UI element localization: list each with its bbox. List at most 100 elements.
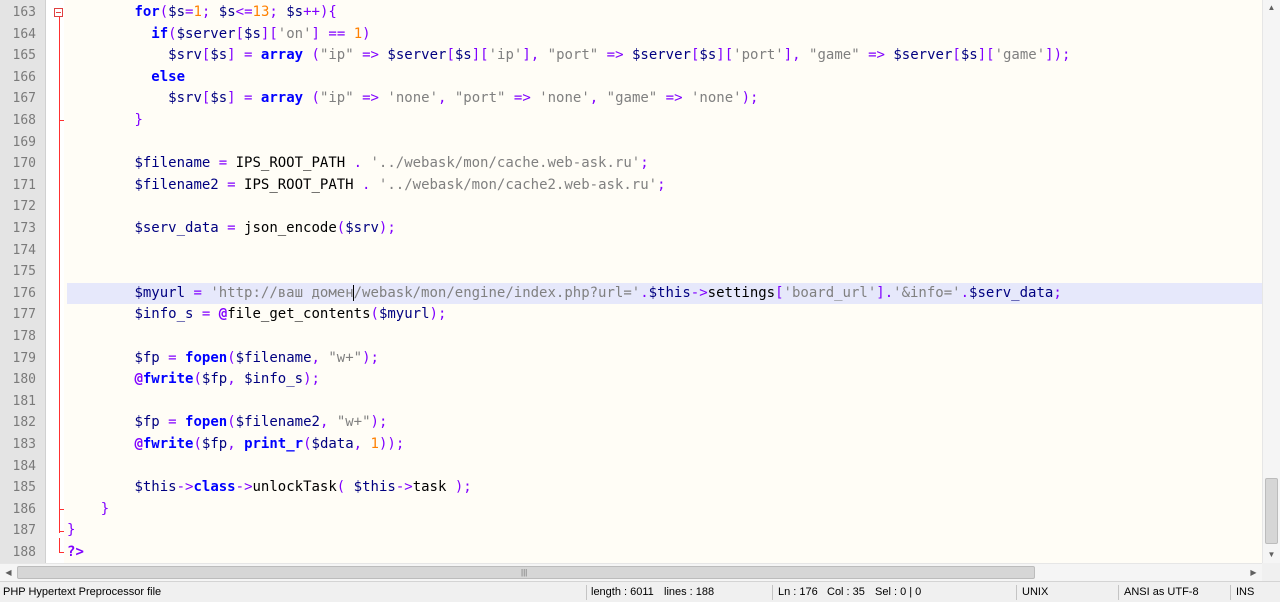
status-encoding[interactable]: ANSI as UTF-8 <box>1124 582 1199 602</box>
line-number: 168 <box>12 113 36 128</box>
status-lines: lines : 188 <box>664 586 715 598</box>
code-line[interactable]: 176 $myurl = 'http://ваш домен/webask/mo… <box>0 282 1262 305</box>
code-text[interactable]: } <box>67 520 1262 542</box>
code-line[interactable]: 177 $info_s = @file_get_contents($myurl)… <box>0 304 1262 326</box>
code-text[interactable]: } <box>67 110 1262 132</box>
code-text[interactable]: @fwrite($fp, $info_s); <box>67 369 1262 391</box>
code-line[interactable]: 181 <box>0 391 1262 413</box>
line-number: 163 <box>12 5 36 20</box>
code-editor[interactable]: 163 for($s=1; $s<=13; $s++){164 if($serv… <box>0 0 1280 563</box>
status-column: Col : 35 <box>827 586 865 598</box>
code-line[interactable]: 185 $this->class->unlockTask( $this->tas… <box>0 477 1262 499</box>
code-text[interactable]: $srv[$s] = array ("ip" => $server[$s]['i… <box>67 45 1262 67</box>
code-text[interactable] <box>67 456 1262 478</box>
code-text[interactable] <box>67 132 1262 154</box>
line-number: 173 <box>12 221 36 236</box>
code-text[interactable]: $fp = fopen($filename2, "w+"); <box>67 412 1262 434</box>
code-text[interactable]: $myurl = 'http://ваш домен/webask/mon/en… <box>67 282 1262 305</box>
code-line[interactable]: 171 $filename2 = IPS_ROOT_PATH . '../web… <box>0 175 1262 197</box>
vertical-scroll-thumb[interactable] <box>1265 478 1278 544</box>
line-number: 181 <box>12 393 36 409</box>
code-line[interactable]: 182 $fp = fopen($filename2, "w+"); <box>0 412 1262 434</box>
code-text[interactable]: $filename = IPS_ROOT_PATH . '../webask/m… <box>67 153 1262 175</box>
code-line[interactable]: 172 <box>0 196 1262 218</box>
line-number: 182 <box>12 415 36 431</box>
code-text[interactable] <box>67 261 1262 283</box>
code-line[interactable]: 164 if($server[$s]['on'] == 1) <box>0 24 1262 46</box>
status-eol[interactable]: UNIX <box>1022 582 1048 602</box>
line-number: 172 <box>12 199 36 215</box>
code-text[interactable] <box>67 326 1262 348</box>
code-text[interactable]: else <box>67 67 1262 89</box>
code-line[interactable]: 168 } <box>0 110 1262 132</box>
code-text[interactable]: $serv_data = json_encode($srv); <box>67 218 1262 240</box>
arrow-down-icon[interactable]: ▼ <box>1263 547 1280 563</box>
status-divider <box>772 585 773 600</box>
status-insert-mode[interactable]: INS <box>1236 582 1254 602</box>
line-number: 175 <box>12 264 36 280</box>
vertical-scrollbar[interactable]: ▲ ▼ <box>1262 0 1280 563</box>
code-text[interactable] <box>67 240 1262 262</box>
code-line[interactable]: 187} <box>0 520 1262 542</box>
status-divider <box>1230 585 1231 600</box>
code-text[interactable]: $info_s = @file_get_contents($myurl); <box>67 304 1262 326</box>
status-line-number: Ln : 176 <box>778 586 818 598</box>
line-number: 178 <box>12 329 36 344</box>
code-line[interactable]: 180 @fwrite($fp, $info_s); <box>0 369 1262 391</box>
code-text[interactable]: @fwrite($fp, print_r($data, 1)); <box>67 434 1262 456</box>
line-number: 180 <box>12 372 36 388</box>
code-line[interactable]: 175 <box>0 261 1262 283</box>
arrow-up-icon[interactable]: ▲ <box>1263 0 1280 16</box>
status-divider <box>586 585 587 600</box>
code-text[interactable]: $srv[$s] = array ("ip" => 'none', "port"… <box>67 88 1262 110</box>
code-text[interactable]: if($server[$s]['on'] == 1) <box>67 24 1262 46</box>
scrollbar-corner <box>1262 563 1280 581</box>
code-line[interactable]: 167 $srv[$s] = array ("ip" => 'none', "p… <box>0 88 1262 110</box>
code-line[interactable]: 178 <box>0 326 1262 348</box>
line-number: 186 <box>12 501 36 517</box>
status-file-type: PHP Hypertext Preprocessor file <box>3 586 162 598</box>
status-divider <box>1016 585 1017 600</box>
code-line[interactable]: 183 @fwrite($fp, print_r($data, 1)); <box>0 434 1262 456</box>
status-length: length : 6011 <box>591 586 654 598</box>
code-line[interactable]: 163 for($s=1; $s<=13; $s++){ <box>0 2 1262 24</box>
status-selection: Sel : 0 | 0 <box>875 586 922 598</box>
code-line[interactable]: 186 } <box>0 499 1262 521</box>
line-number: 171 <box>12 177 36 193</box>
code-line[interactable]: 169 <box>0 132 1262 154</box>
code-text[interactable]: $fp = fopen($filename, "w+"); <box>67 348 1262 370</box>
code-text[interactable]: $this->class->unlockTask( $this->task ); <box>67 477 1262 499</box>
line-number: 169 <box>12 134 36 150</box>
arrow-right-icon[interactable]: ▶ <box>1245 564 1262 581</box>
arrow-left-icon[interactable]: ◀ <box>0 564 17 581</box>
line-number: 179 <box>12 350 36 366</box>
code-line[interactable]: 165 $srv[$s] = array ("ip" => $server[$s… <box>0 45 1262 67</box>
code-text[interactable]: ?> <box>67 542 1262 563</box>
code-text[interactable] <box>67 391 1262 413</box>
code-text[interactable] <box>67 196 1262 218</box>
line-number: 176 <box>12 285 36 301</box>
status-divider <box>1118 585 1119 600</box>
line-number: 174 <box>12 242 36 258</box>
line-number: 188 <box>12 545 36 560</box>
horizontal-scrollbar[interactable]: ◀ ||| ▶ <box>0 563 1262 581</box>
grip-icon: ||| <box>521 568 528 577</box>
code-line[interactable]: 170 $filename = IPS_ROOT_PATH . '../weba… <box>0 153 1262 175</box>
code-line[interactable]: 184 <box>0 456 1262 478</box>
code-text[interactable]: for($s=1; $s<=13; $s++){ <box>67 2 1262 24</box>
code-line[interactable]: 174 <box>0 240 1262 262</box>
line-number: 187 <box>12 523 36 539</box>
code-text[interactable]: $filename2 = IPS_ROOT_PATH . '../webask/… <box>67 175 1262 197</box>
code-text[interactable]: } <box>67 499 1262 521</box>
line-number: 167 <box>12 91 36 107</box>
code-line[interactable]: 188 ?> <box>0 542 1262 563</box>
line-number: 185 <box>12 480 36 496</box>
code-line[interactable]: 173 $serv_data = json_encode($srv); <box>0 218 1262 240</box>
line-number: 184 <box>12 458 36 474</box>
text-cursor <box>352 284 354 301</box>
line-number: 165 <box>12 48 36 64</box>
code-line[interactable]: 166 else <box>0 67 1262 89</box>
line-number: 170 <box>12 156 36 172</box>
line-number: 164 <box>12 26 36 42</box>
code-line[interactable]: 179 $fp = fopen($filename, "w+"); <box>0 348 1262 370</box>
